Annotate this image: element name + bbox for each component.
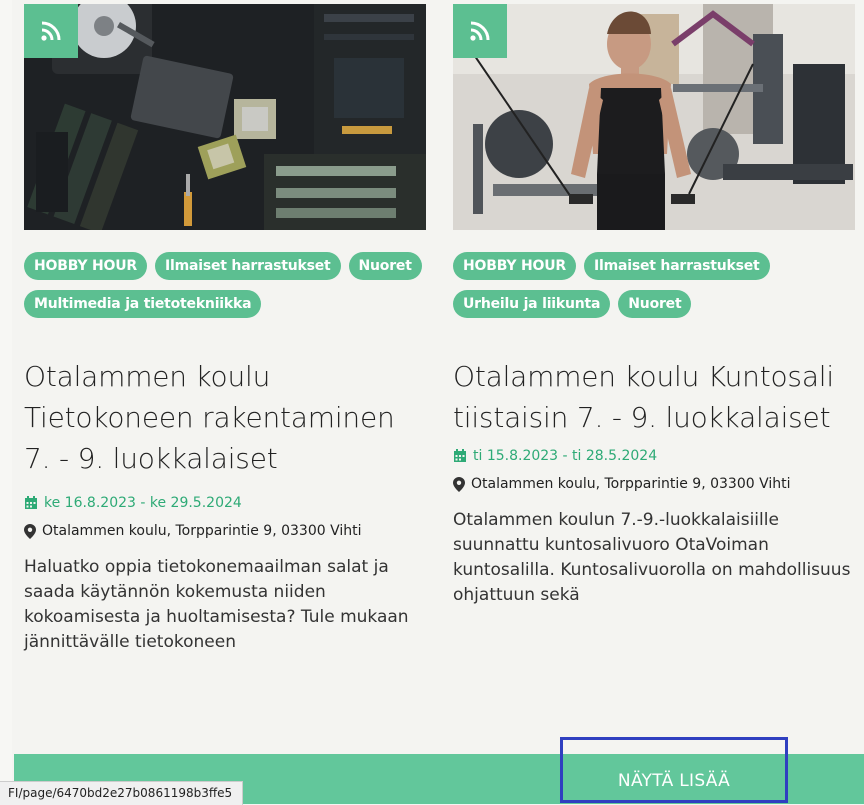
tag-list: HOBBY HOUR Ilmaiset harrastukset Nuoret … <box>24 252 426 318</box>
show-more-button[interactable]: NÄYTÄ LISÄÄ <box>560 737 788 803</box>
event-title[interactable]: Otalammen koulu Kuntosali tiistaisin 7. … <box>453 356 855 438</box>
calendar-icon <box>454 449 466 462</box>
event-date: ke 16.8.2023 - ke 29.5.2024 <box>44 495 242 511</box>
event-date-row: ti 15.8.2023 - ti 28.5.2024 <box>453 448 855 464</box>
event-date: ti 15.8.2023 - ti 28.5.2024 <box>473 448 658 464</box>
tag-list: HOBBY HOUR Ilmaiset harrastukset Urheilu… <box>453 252 855 318</box>
map-marker-icon <box>453 476 465 492</box>
rss-icon <box>41 21 61 41</box>
tag-ilmaiset-harrastukset[interactable]: Ilmaiset harrastukset <box>154 252 341 280</box>
tag-hobby-hour[interactable]: HOBBY HOUR <box>24 252 147 280</box>
event-card[interactable]: HOBBY HOUR Ilmaiset harrastukset Urheilu… <box>453 0 855 625</box>
rss-badge <box>453 4 507 58</box>
event-card[interactable]: HOBBY HOUR Ilmaiset harrastukset Nuoret … <box>24 0 426 672</box>
map-marker-icon <box>24 523 36 539</box>
tag-hobby-hour[interactable]: HOBBY HOUR <box>453 252 576 280</box>
rss-badge <box>24 4 78 58</box>
event-description: Haluatko oppia tietokonemaailman salat j… <box>24 557 409 652</box>
tag-nuoret[interactable]: Nuoret <box>618 290 692 318</box>
event-description: Otalammen koulun 7.-9.-luokkalaisiille s… <box>453 510 851 605</box>
calendar-icon <box>25 496 37 509</box>
status-bar-url: FI/page/6470bd2e27b0861198b3ffe5 <box>0 781 244 805</box>
event-image-computer-parts[interactable] <box>24 4 426 230</box>
event-location-row: Otalammen koulu, Torpparintie 9, 03300 V… <box>24 523 426 539</box>
tag-ilmaiset-harrastukset[interactable]: Ilmaiset harrastukset <box>583 252 770 280</box>
event-image-gym[interactable] <box>453 4 855 230</box>
tag-nuoret[interactable]: Nuoret <box>348 252 422 280</box>
event-date-row: ke 16.8.2023 - ke 29.5.2024 <box>24 495 426 511</box>
computer-parts-photo <box>24 4 426 230</box>
tag-urheilu-ja-liikunta[interactable]: Urheilu ja liikunta <box>453 290 611 318</box>
event-location: Otalammen koulu, Torpparintie 9, 03300 V… <box>471 476 791 492</box>
page-left-edge <box>0 0 12 804</box>
tag-multimedia-ja-tietotekniikka[interactable]: Multimedia ja tietotekniikka <box>24 290 262 318</box>
event-title[interactable]: Otalammen koulu Tietokoneen rakentaminen… <box>24 356 426 479</box>
rss-icon <box>470 21 490 41</box>
gym-photo <box>453 4 855 230</box>
event-location-row: Otalammen koulu, Torpparintie 9, 03300 V… <box>453 476 855 492</box>
event-location: Otalammen koulu, Torpparintie 9, 03300 V… <box>42 523 362 539</box>
